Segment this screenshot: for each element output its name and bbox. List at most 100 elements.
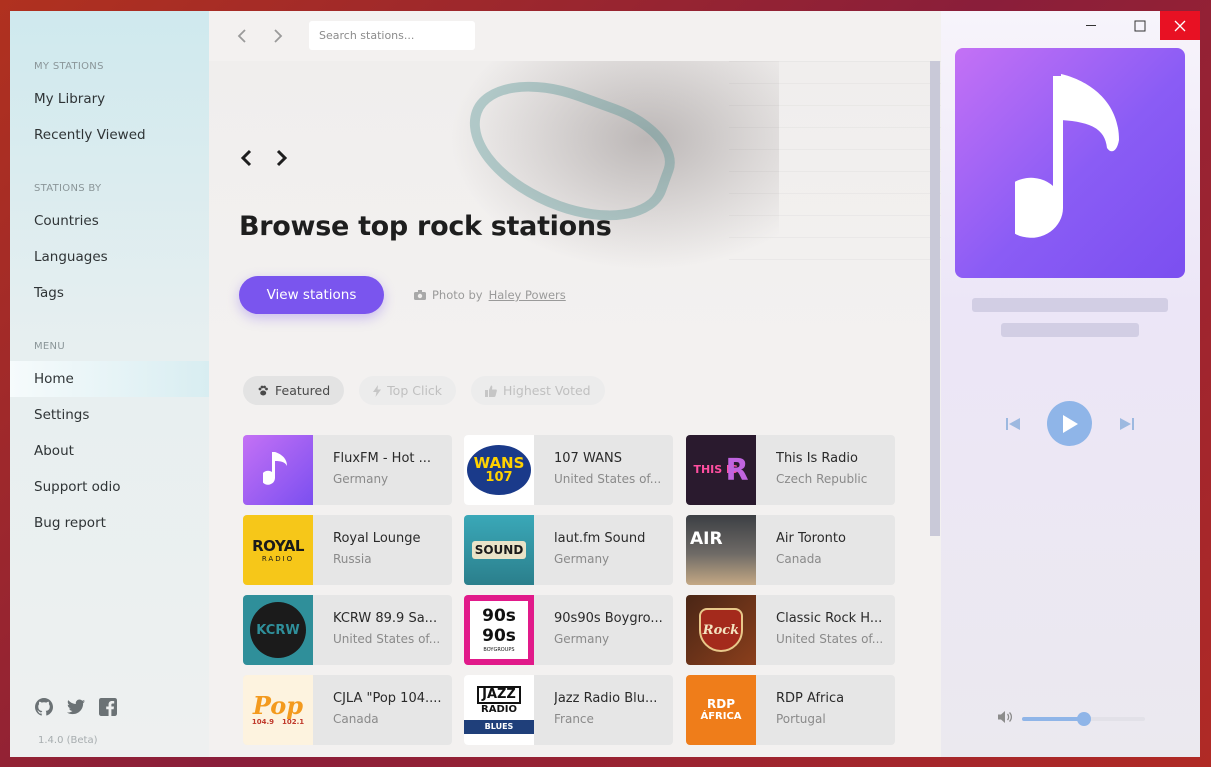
station-logo: ROYAL RADIO — [243, 515, 313, 585]
station-country: France — [554, 712, 594, 726]
sidebar-item-support[interactable]: Support odio — [10, 469, 209, 505]
maximize-icon — [1134, 20, 1146, 31]
sidebar-item-countries[interactable]: Countries — [10, 203, 209, 239]
station-logo: SOUND — [464, 515, 534, 585]
logo-text: 102.1 — [282, 718, 305, 726]
station-card[interactable]: THIS IS R This Is Radio Czech Republic — [686, 435, 895, 505]
station-card[interactable]: KCRW KCRW 89.9 Sa... United States of... — [243, 595, 452, 665]
logo-mark: R — [725, 452, 749, 488]
tab-featured-label: Featured — [275, 383, 331, 398]
music-note-icon — [1015, 74, 1119, 238]
station-logo: 90s 90s BOYGROUPS — [464, 595, 534, 665]
volume-button[interactable] — [996, 708, 1014, 726]
tab-top-click[interactable]: Top Click — [359, 376, 457, 405]
chevron-left-icon — [240, 149, 252, 167]
station-name: This Is Radio — [776, 451, 858, 466]
station-country: Russia — [333, 552, 372, 566]
close-icon — [1174, 20, 1186, 31]
station-name: Classic Rock H... — [776, 611, 883, 626]
play-icon — [1062, 414, 1078, 433]
minimize-icon — [1086, 24, 1096, 26]
skip-previous-icon — [1006, 418, 1020, 430]
search-input[interactable] — [309, 21, 475, 50]
station-card[interactable]: Pop 104.9 102.1 CJLA "Pop 104.... Canada — [243, 675, 452, 745]
station-card[interactable]: RDP ÁFRICA RDP África Portugal — [686, 675, 895, 745]
hero-title: Browse top rock stations — [239, 211, 612, 242]
twitter-icon[interactable] — [66, 697, 86, 717]
logo-text: Rock — [702, 622, 740, 638]
station-card[interactable]: AIR Air Toronto Canada — [686, 515, 895, 585]
back-button[interactable] — [231, 25, 253, 47]
sidebar-item-recently-viewed[interactable]: Recently Viewed — [10, 117, 209, 153]
section-menu: MENU — [34, 341, 65, 352]
section-my-stations: MY STATIONS — [34, 61, 104, 72]
photo-credit: Photo by Haley Powers — [414, 288, 566, 302]
logo-text: ROYAL — [252, 537, 304, 555]
main-scrollbar[interactable] — [930, 61, 940, 536]
hero-next-button[interactable] — [271, 147, 293, 169]
close-button[interactable] — [1160, 11, 1200, 40]
play-button[interactable] — [1047, 401, 1092, 446]
player-panel — [941, 11, 1200, 757]
app-version: 1.4.0 (Beta) — [38, 735, 98, 746]
station-country: Germany — [554, 632, 610, 646]
station-card[interactable]: FluxFM - Hot ... Germany — [243, 435, 452, 505]
forward-button[interactable] — [267, 25, 289, 47]
station-logo: KCRW — [243, 595, 313, 665]
sidebar-item-home[interactable]: Home — [10, 361, 209, 397]
sidebar-item-my-library[interactable]: My Library — [10, 81, 209, 117]
station-logo: Pop 104.9 102.1 — [243, 675, 313, 745]
github-icon[interactable] — [34, 697, 54, 717]
tab-highest-voted[interactable]: Highest Voted — [471, 376, 605, 405]
volume-slider-fill — [1022, 717, 1084, 721]
tab-top-click-label: Top Click — [387, 383, 443, 398]
logo-text: 90s — [482, 606, 516, 626]
facebook-icon[interactable] — [98, 697, 118, 717]
hero-prev-button[interactable] — [235, 147, 257, 169]
station-card[interactable]: Rock Classic Rock H... United States of.… — [686, 595, 895, 665]
sidebar-item-bug-report[interactable]: Bug report — [10, 505, 209, 541]
station-name: CJLA "Pop 104.... — [333, 691, 442, 706]
station-name: 90s90s Boygro... — [554, 611, 663, 626]
station-logo: JAZZ RADIO BLUES — [464, 675, 534, 745]
volume-slider[interactable] — [1022, 712, 1145, 726]
logo-text: RADIO — [481, 704, 517, 715]
station-country: Czech Republic — [776, 472, 868, 486]
thumbs-up-icon — [485, 385, 497, 397]
station-country: Germany — [333, 472, 389, 486]
station-name: laut.fm Sound — [554, 531, 646, 546]
chevron-left-icon — [237, 29, 246, 43]
sidebar: MY STATIONS My Library Recently Viewed S… — [10, 11, 209, 757]
sidebar-item-tags[interactable]: Tags — [10, 275, 209, 311]
volume-slider-handle[interactable] — [1076, 712, 1091, 726]
volume-icon — [998, 711, 1013, 723]
previous-button[interactable] — [1003, 414, 1023, 434]
minimize-button[interactable] — [1071, 11, 1111, 40]
sidebar-item-about[interactable]: About — [10, 433, 209, 469]
tab-featured[interactable]: Featured — [243, 376, 345, 405]
station-name: RDP África — [776, 691, 845, 706]
sidebar-item-settings[interactable]: Settings — [10, 397, 209, 433]
next-button[interactable] — [1117, 414, 1137, 434]
social-links — [34, 697, 118, 717]
view-stations-button[interactable]: View stations — [239, 276, 384, 314]
bolt-icon — [373, 384, 382, 397]
now-playing-artwork — [955, 48, 1185, 278]
station-card[interactable]: WANS 107 107 WANS United States of... — [464, 435, 673, 505]
station-card[interactable]: 90s 90s BOYGROUPS 90s90s Boygro... Germa… — [464, 595, 673, 665]
photo-credit-label: Photo by — [432, 288, 483, 302]
logo-text: 104.9 — [251, 718, 274, 726]
sidebar-item-languages[interactable]: Languages — [10, 239, 209, 275]
station-card[interactable]: SOUND laut.fm Sound Germany — [464, 515, 673, 585]
paw-icon — [258, 385, 268, 395]
station-name: FluxFM - Hot ... — [333, 451, 432, 466]
maximize-button[interactable] — [1120, 11, 1160, 40]
station-card[interactable]: ROYAL RADIO Royal Lounge Russia — [243, 515, 452, 585]
logo-text: ÁFRICA — [700, 710, 742, 722]
logo-text: SOUND — [471, 541, 527, 559]
logo-text: 90s — [482, 626, 516, 646]
logo-text: Pop — [252, 691, 304, 720]
photo-author-link[interactable]: Haley Powers — [489, 288, 566, 302]
music-note-icon — [263, 452, 287, 485]
station-card[interactable]: JAZZ RADIO BLUES Jazz Radio Blu... Franc… — [464, 675, 673, 745]
